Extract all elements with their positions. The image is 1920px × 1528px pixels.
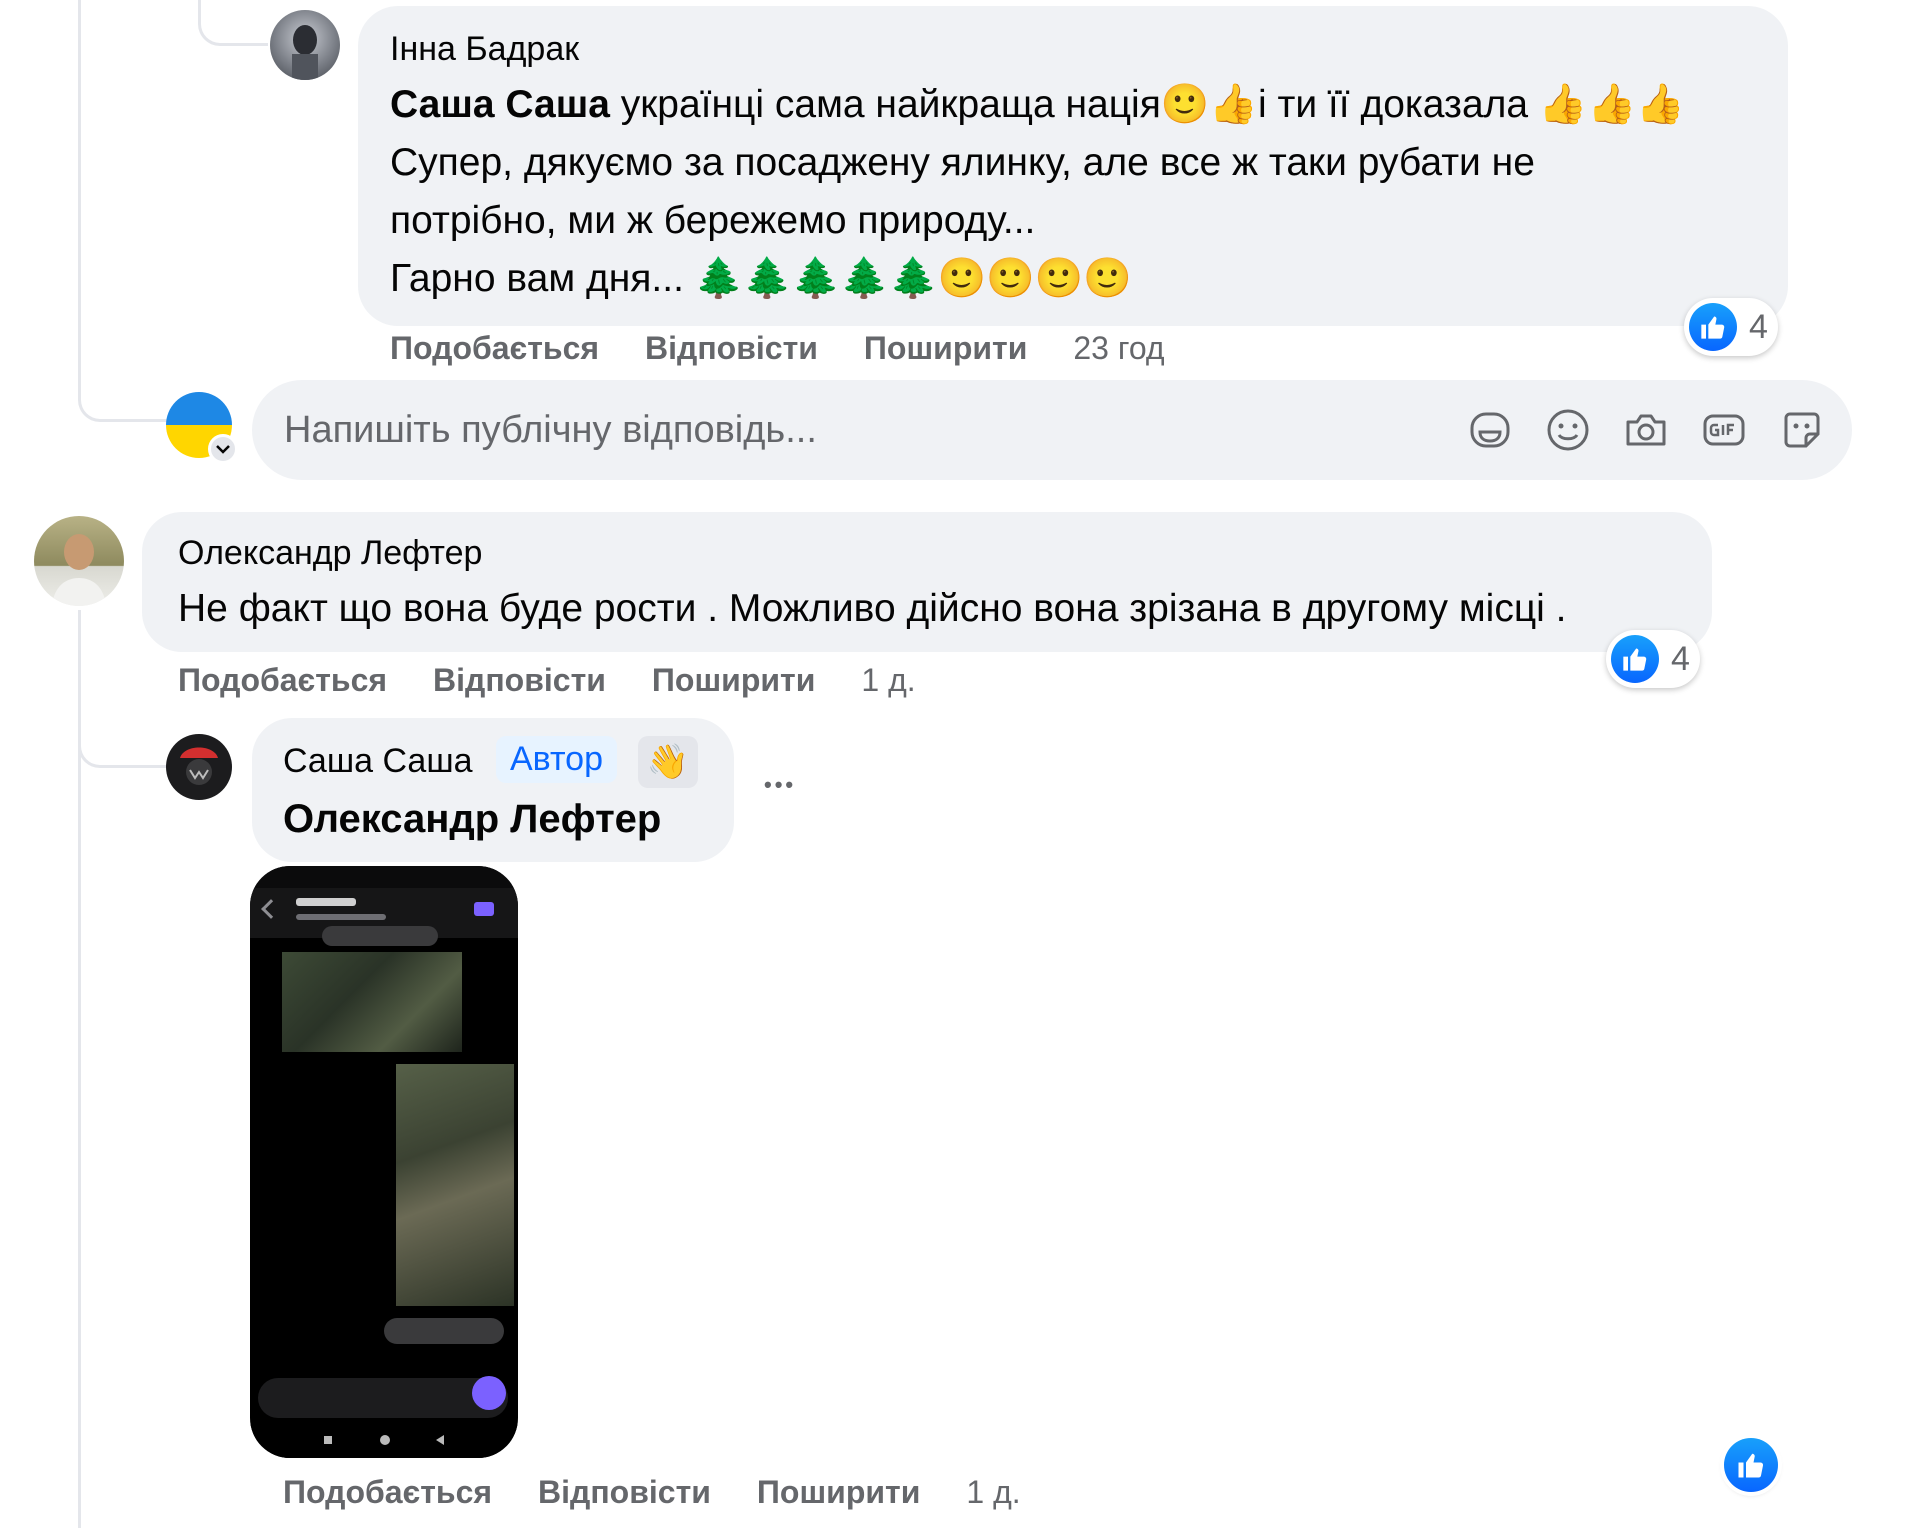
comment-author-inna[interactable]: Інна Бадрак — [390, 30, 579, 69]
current-user-avatar[interactable] — [166, 392, 238, 464]
thread-curve-sasha — [78, 700, 168, 768]
reply-composer — [252, 380, 1852, 480]
reaction-count-inna: 4 — [1749, 307, 1768, 346]
reaction-count-oleksandr: 4 — [1671, 639, 1690, 678]
avatar-sticker-icon[interactable] — [1462, 402, 1518, 458]
share-button[interactable]: Поширити — [864, 330, 1027, 367]
thread-line-top — [78, 0, 81, 388]
emoji-icon[interactable] — [1540, 402, 1596, 458]
image-send-button — [472, 1376, 506, 1410]
comment-timestamp[interactable]: 1 д. — [966, 1474, 1020, 1511]
like-button[interactable]: Подобається — [283, 1474, 492, 1511]
share-button[interactable]: Поширити — [652, 662, 815, 699]
wave-badge-icon: 👋 — [638, 736, 698, 788]
thread-curve-reply-box — [78, 370, 168, 422]
like-reaction-icon — [1689, 303, 1737, 351]
image-photo-2 — [396, 1064, 514, 1306]
comment-text-inna-line1: Саша Саша українці сама найкраща нація🙂👍… — [390, 76, 1685, 134]
image-nav-bar — [250, 1424, 518, 1458]
comment-actions-oleksandr: Подобається Відповісти Поширити 1 д. — [178, 662, 962, 699]
reply-input[interactable] — [284, 380, 1404, 480]
like-button[interactable]: Подобається — [178, 662, 387, 699]
comment-text-inna-line4: Гарно вам дня... 🌲🌲🌲🌲🌲🙂🙂🙂🙂 — [390, 257, 1132, 300]
image-status-bar — [250, 866, 518, 888]
mention-oleksandr[interactable]: Олександр Лефтер — [283, 797, 661, 841]
comment-text-inna-line1-body: українці сама найкраща нація🙂👍і ти її до… — [620, 83, 1685, 126]
author-badge: Автор — [496, 736, 618, 783]
image-input-bar — [258, 1378, 508, 1418]
image-message-bubble — [384, 1318, 504, 1344]
reply-button[interactable]: Відповісти — [433, 662, 606, 699]
like-reaction-icon — [1611, 635, 1659, 683]
gif-icon[interactable] — [1696, 402, 1752, 458]
comment-timestamp[interactable]: 23 год — [1073, 330, 1164, 367]
comment-text-inna-line3: потрібно, ми ж бережемо природу... — [390, 199, 1036, 242]
chevron-down-icon[interactable] — [208, 434, 238, 464]
image-date-chip — [322, 926, 438, 946]
share-button[interactable]: Поширити — [757, 1474, 920, 1511]
image-photo-1 — [282, 952, 462, 1052]
avatar-photo-icon — [180, 747, 218, 785]
comment-actions-inna: Подобається Відповісти Поширити 23 год — [390, 330, 1211, 367]
like-reaction-icon[interactable] — [1724, 1438, 1778, 1492]
comment-author-oleksandr[interactable]: Олександр Лефтер — [178, 534, 482, 573]
comment-text-oleksandr: Не факт що вона буде рости . Можливо дій… — [178, 587, 1567, 630]
reply-button[interactable]: Відповісти — [538, 1474, 711, 1511]
mention-sasha[interactable]: Саша Саша — [390, 83, 610, 126]
reply-button[interactable]: Відповісти — [645, 330, 818, 367]
avatar-photo-icon — [52, 534, 106, 606]
avatar-inna[interactable] — [270, 10, 340, 80]
sticker-icon[interactable] — [1774, 402, 1830, 458]
comment-text-sasha: Олександр Лефтер — [283, 790, 661, 848]
camera-icon[interactable] — [1618, 402, 1674, 458]
avatar-oleksandr[interactable] — [34, 516, 124, 606]
comment-actions-sasha: Подобається Відповісти Поширити 1 д. — [283, 1474, 1067, 1511]
reaction-summary-oleksandr[interactable]: 4 — [1606, 630, 1700, 688]
thread-curve-inna — [198, 0, 268, 46]
comment-timestamp[interactable]: 1 д. — [861, 662, 915, 699]
reaction-summary-inna[interactable]: 4 — [1684, 298, 1778, 356]
comment-text-inna-line2: Супер, дякуємо за посаджену ялинку, але … — [390, 141, 1535, 184]
more-options-button[interactable]: ••• — [764, 772, 796, 798]
like-button[interactable]: Подобається — [390, 330, 599, 367]
comment-author-sasha[interactable]: Саша Саша — [283, 742, 473, 781]
avatar-photo-icon — [292, 25, 318, 80]
avatar-sasha[interactable] — [166, 734, 232, 800]
attached-screenshot-image[interactable] — [250, 866, 518, 1458]
